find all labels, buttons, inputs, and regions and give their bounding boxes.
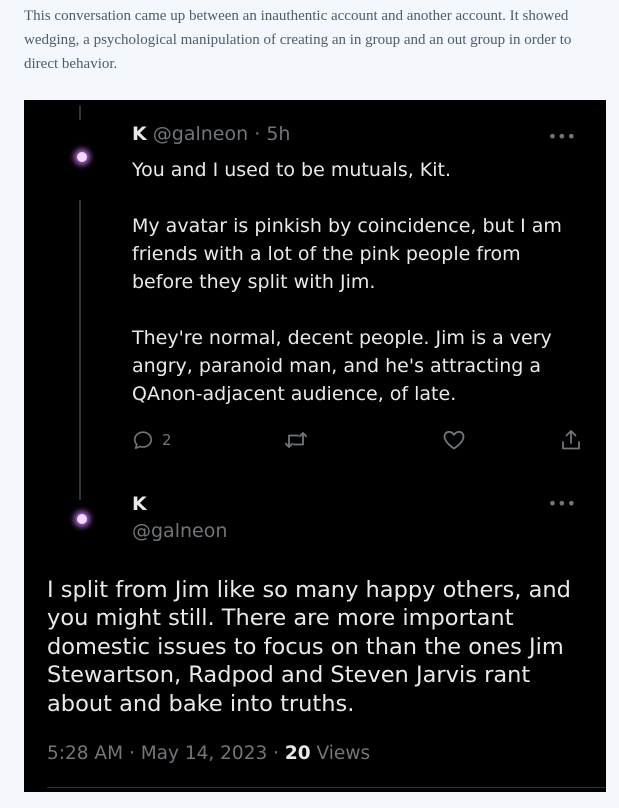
share-icon	[562, 430, 580, 450]
thread-line	[79, 200, 81, 500]
like-button[interactable]	[442, 426, 466, 454]
reply-icon	[133, 431, 153, 450]
tweet1-header: K @galneon · 5h	[132, 123, 290, 145]
meta-separator: ·	[128, 743, 135, 764]
tweet1-author-handle[interactable]: @galneon	[153, 123, 248, 145]
tweet1-text: You and I used to be mutuals, Kit. My av…	[132, 156, 572, 408]
views-count[interactable]: 20	[285, 743, 311, 764]
tweet1-author-name[interactable]: K	[132, 123, 147, 145]
retweet-button[interactable]	[284, 426, 308, 454]
tweet1-action-bar: 2	[132, 426, 582, 454]
tweet2-text: I split from Jim like so many happy othe…	[47, 577, 571, 717]
more-options-icon[interactable]: •••	[548, 494, 576, 513]
reply-button[interactable]: 2	[132, 426, 172, 454]
tweet2-author-name[interactable]: K	[132, 493, 147, 515]
tweet2-date[interactable]: May 14, 2023	[141, 743, 268, 764]
tweet-screenshot: K @galneon · 5h ••• You and I used to be…	[24, 100, 606, 792]
more-options-icon[interactable]: •••	[548, 127, 576, 146]
tweet1-paragraph: They're normal, decent people. Jim is a …	[132, 327, 552, 405]
share-button[interactable]	[560, 426, 582, 454]
tweet1-timestamp[interactable]: 5h	[266, 123, 290, 145]
avatar[interactable]	[77, 514, 87, 524]
tweet2-meta: 5:28 AM · May 14, 2023 · 20 Views	[47, 743, 370, 764]
like-icon	[443, 430, 465, 450]
views-label: Views	[316, 743, 371, 764]
tweet2-time[interactable]: 5:28 AM	[47, 743, 123, 764]
tweet1-paragraph: You and I used to be mutuals, Kit.	[132, 159, 452, 181]
meta-separator: ·	[273, 743, 280, 764]
avatar[interactable]	[77, 152, 87, 162]
tweet1-paragraph: My avatar is pinkish by coincidence, but…	[132, 215, 562, 293]
tweet1-separator: ·	[254, 123, 261, 145]
retweet-icon	[284, 432, 308, 448]
intro-paragraph: This conversation came up between an ina…	[24, 8, 572, 72]
reply-count: 2	[162, 431, 172, 449]
divider	[47, 787, 606, 788]
tweet2-author-handle[interactable]: @galneon	[132, 520, 227, 542]
thread-line-top	[79, 106, 81, 120]
